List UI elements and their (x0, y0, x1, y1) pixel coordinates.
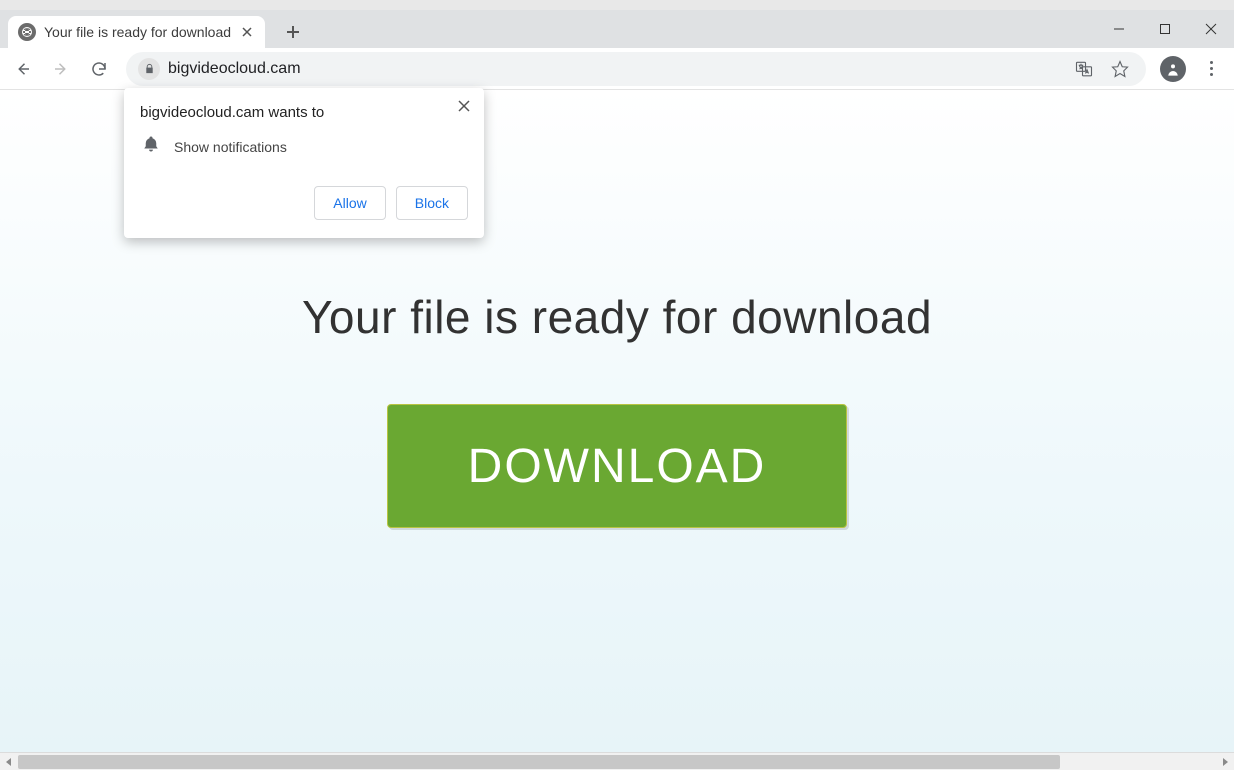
scroll-left-arrow[interactable] (0, 753, 18, 770)
notification-permission-popup: bigvideocloud.cam wants to Show notifica… (124, 88, 484, 238)
tab-strip: Your file is ready for download (0, 10, 1234, 48)
new-tab-button[interactable] (279, 18, 307, 46)
tab-title: Your file is ready for download (44, 24, 231, 40)
url-text: bigvideocloud.cam (168, 60, 1062, 78)
permission-label: Show notifications (174, 139, 287, 155)
menu-button[interactable] (1194, 61, 1228, 76)
close-tab-button[interactable] (239, 24, 255, 40)
bookmark-star-icon[interactable] (1106, 60, 1134, 78)
address-bar[interactable]: bigvideocloud.cam (126, 52, 1146, 86)
forward-button[interactable] (44, 52, 78, 86)
person-icon (1160, 56, 1186, 82)
toolbar: bigvideocloud.cam (0, 48, 1234, 90)
kebab-icon (1210, 61, 1213, 76)
allow-button[interactable]: Allow (314, 186, 385, 220)
browser-tab[interactable]: Your file is ready for download (8, 16, 265, 48)
scroll-right-arrow[interactable] (1216, 753, 1234, 770)
permission-title: bigvideocloud.cam wants to (140, 104, 468, 121)
download-button[interactable]: DOWNLOAD (387, 404, 847, 528)
profile-button[interactable] (1156, 52, 1190, 86)
lock-icon[interactable] (138, 58, 160, 80)
close-window-button[interactable] (1188, 10, 1234, 48)
permission-item: Show notifications (142, 135, 468, 158)
close-popup-button[interactable] (454, 96, 474, 116)
minimize-button[interactable] (1096, 10, 1142, 48)
page-headline: Your file is ready for download (302, 290, 932, 344)
bell-icon (142, 135, 160, 158)
reload-button[interactable] (82, 52, 116, 86)
back-button[interactable] (6, 52, 40, 86)
titlebar (0, 0, 1234, 10)
globe-icon (18, 23, 36, 41)
scroll-thumb[interactable] (18, 755, 1060, 769)
maximize-button[interactable] (1142, 10, 1188, 48)
scroll-track[interactable] (18, 753, 1216, 770)
window-controls (1096, 10, 1234, 48)
horizontal-scrollbar[interactable] (0, 752, 1234, 770)
block-button[interactable]: Block (396, 186, 468, 220)
translate-icon[interactable] (1070, 60, 1098, 78)
